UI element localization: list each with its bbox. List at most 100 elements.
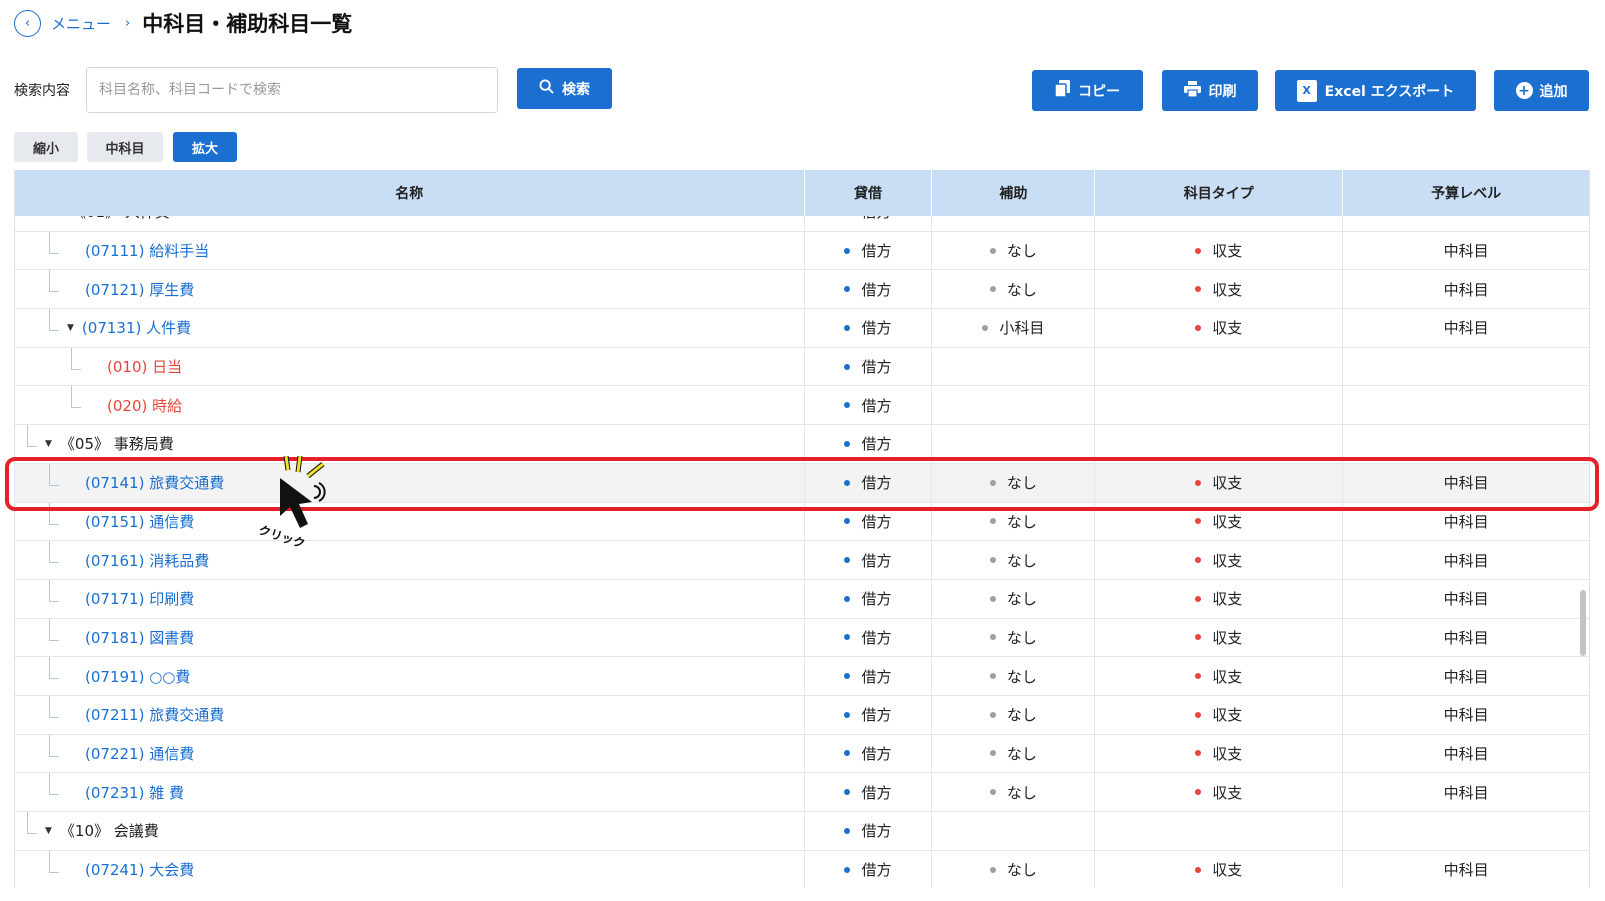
- table-row[interactable]: (07241) 大会費 借方 なし 収支 中科目: [15, 850, 1589, 888]
- row-name[interactable]: (07171) 印刷費: [85, 588, 194, 609]
- table-row[interactable]: (07171) 印刷費 借方 なし 収支 中科目: [15, 579, 1589, 619]
- column-header-name[interactable]: 名称: [15, 170, 805, 216]
- row-type: 収支: [1212, 783, 1243, 802]
- aux-dot: [989, 247, 996, 254]
- add-button[interactable]: + 追加: [1494, 70, 1589, 111]
- row-type: 収支: [1212, 280, 1243, 299]
- table-row[interactable]: (07111) 給料手当 借方 なし 収支 中科目: [15, 231, 1589, 271]
- search-button[interactable]: 検索: [517, 68, 612, 109]
- row-budget: 中科目: [1443, 628, 1489, 647]
- level-middle-button[interactable]: 中科目: [87, 132, 163, 162]
- type-dot: [1195, 247, 1202, 254]
- table-row[interactable]: (07181) 図書費 借方 なし 収支 中科目: [15, 618, 1589, 658]
- level-shrink-button[interactable]: 縮小: [14, 132, 78, 162]
- table-row[interactable]: (07231) 雑 費 借方 なし 収支 中科目: [15, 773, 1589, 812]
- table-row[interactable]: (010) 日当 借方: [15, 347, 1589, 387]
- row-aux: なし: [1006, 861, 1037, 880]
- row-lend: 借方: [861, 358, 892, 377]
- row-budget: 中科目: [1443, 706, 1489, 725]
- vertical-scrollbar[interactable]: [1580, 590, 1586, 656]
- search-icon: [539, 79, 554, 98]
- excel-export-button-label: Excel エクスポート: [1324, 83, 1455, 100]
- column-header-lend[interactable]: 貸借: [805, 170, 933, 216]
- row-name[interactable]: (020) 時給: [107, 395, 182, 416]
- table-row[interactable]: (07121) 厚生費 借方 なし 収支 中科目: [15, 270, 1589, 310]
- table-row[interactable]: ▼ (07131) 人件費 借方 小科目 収支 中科目: [15, 309, 1589, 348]
- table-row[interactable]: (020) 時給 借方: [15, 386, 1589, 426]
- print-button[interactable]: 印刷: [1162, 70, 1258, 111]
- chevron-left-icon: ‹: [24, 15, 31, 31]
- table-row[interactable]: ▼ 《05》 事務局費 借方: [15, 425, 1589, 464]
- row-name[interactable]: 《10》 会議費: [60, 820, 159, 841]
- aux-dot: [989, 673, 996, 680]
- row-lend: 借方: [861, 628, 892, 647]
- row-type: 収支: [1212, 667, 1243, 686]
- type-dot: [1195, 673, 1202, 680]
- row-lend: 借方: [861, 822, 892, 841]
- row-aux: なし: [1006, 667, 1037, 686]
- row-lend: 借方: [861, 744, 892, 763]
- row-type: 収支: [1212, 512, 1243, 531]
- row-type: 収支: [1212, 706, 1243, 725]
- table-row[interactable]: (07161) 消耗品費 借方 なし 収支 中科目: [15, 541, 1589, 580]
- row-budget: 中科目: [1443, 744, 1489, 763]
- row-aux: なし: [1006, 706, 1037, 725]
- aux-dot: [989, 557, 996, 564]
- search-input[interactable]: [86, 67, 498, 113]
- lend-dot: [844, 634, 851, 641]
- lend-dot: [844, 866, 851, 873]
- type-dot: [1195, 711, 1202, 718]
- print-button-label: 印刷: [1208, 83, 1237, 100]
- table-row[interactable]: (07211) 旅費交通費 借方 なし 収支 中科目: [15, 695, 1589, 735]
- lend-dot: [844, 711, 851, 718]
- row-name[interactable]: (07131) 人件費: [82, 317, 191, 338]
- aux-dot: [982, 324, 989, 331]
- row-aux: なし: [1006, 783, 1037, 802]
- table-row[interactable]: (07221) 通信費 借方 なし 収支 中科目: [15, 734, 1589, 774]
- caret-down-icon[interactable]: ▼: [45, 439, 52, 449]
- row-lend: 借方: [861, 280, 892, 299]
- row-name[interactable]: 《05》 事務局費: [60, 433, 174, 454]
- row-name[interactable]: (07241) 大会費: [85, 859, 194, 880]
- copy-button[interactable]: コピー: [1032, 70, 1143, 111]
- aux-dot: [989, 750, 996, 757]
- row-name[interactable]: (07221) 通信費: [85, 743, 194, 764]
- lend-dot: [844, 247, 851, 254]
- row-aux: なし: [1006, 512, 1037, 531]
- row-name[interactable]: (07121) 厚生費: [85, 279, 194, 300]
- aux-dot: [989, 286, 996, 293]
- row-name[interactable]: (07161) 消耗品費: [85, 550, 209, 571]
- row-lend: 借方: [861, 319, 892, 338]
- row-budget: 中科目: [1443, 242, 1489, 261]
- type-dot: [1195, 866, 1202, 873]
- row-name[interactable]: (010) 日当: [107, 356, 182, 377]
- row-name[interactable]: (07211) 旅費交通費: [85, 704, 224, 725]
- back-button[interactable]: ‹: [14, 9, 41, 37]
- breadcrumb-menu-link[interactable]: メニュー: [51, 13, 111, 34]
- row-name[interactable]: (07231) 雑 費: [85, 782, 184, 803]
- row-name[interactable]: (07111) 給料手当: [85, 240, 209, 261]
- row-name[interactable]: (07151) 通信費: [85, 511, 194, 532]
- lend-dot: [844, 479, 851, 486]
- caret-down-icon[interactable]: ▼: [67, 323, 74, 333]
- column-header-budget[interactable]: 予算レベル: [1343, 170, 1589, 216]
- row-lend: 借方: [861, 706, 892, 725]
- row-aux: なし: [1006, 590, 1037, 609]
- caret-down-icon[interactable]: ▼: [45, 826, 52, 836]
- row-name[interactable]: (07181) 図書費: [85, 627, 194, 648]
- row-budget: 中科目: [1443, 512, 1489, 531]
- row-lend: 借方: [861, 396, 892, 415]
- excel-export-button[interactable]: X Excel エクスポート: [1275, 70, 1476, 111]
- table-row[interactable]: (07151) 通信費 借方 なし 収支 中科目: [15, 502, 1589, 542]
- column-header-type[interactable]: 科目タイプ: [1095, 170, 1344, 216]
- row-name[interactable]: (07191) ○○費: [85, 666, 190, 687]
- row-type: 収支: [1212, 590, 1243, 609]
- table-row[interactable]: (07191) ○○費 借方 なし 収支 中科目: [15, 657, 1589, 696]
- row-name[interactable]: (07141) 旅費交通費: [85, 472, 224, 493]
- row-budget: 中科目: [1443, 474, 1489, 493]
- column-header-aux[interactable]: 補助: [932, 170, 1096, 216]
- row-budget: 中科目: [1443, 667, 1489, 686]
- table-row-selected[interactable]: (07141) 旅費交通費 借方 なし 収支 中科目: [15, 463, 1589, 503]
- level-expand-button[interactable]: 拡大: [173, 132, 237, 162]
- table-row[interactable]: ▼ 《10》 会議費 借方: [15, 812, 1589, 851]
